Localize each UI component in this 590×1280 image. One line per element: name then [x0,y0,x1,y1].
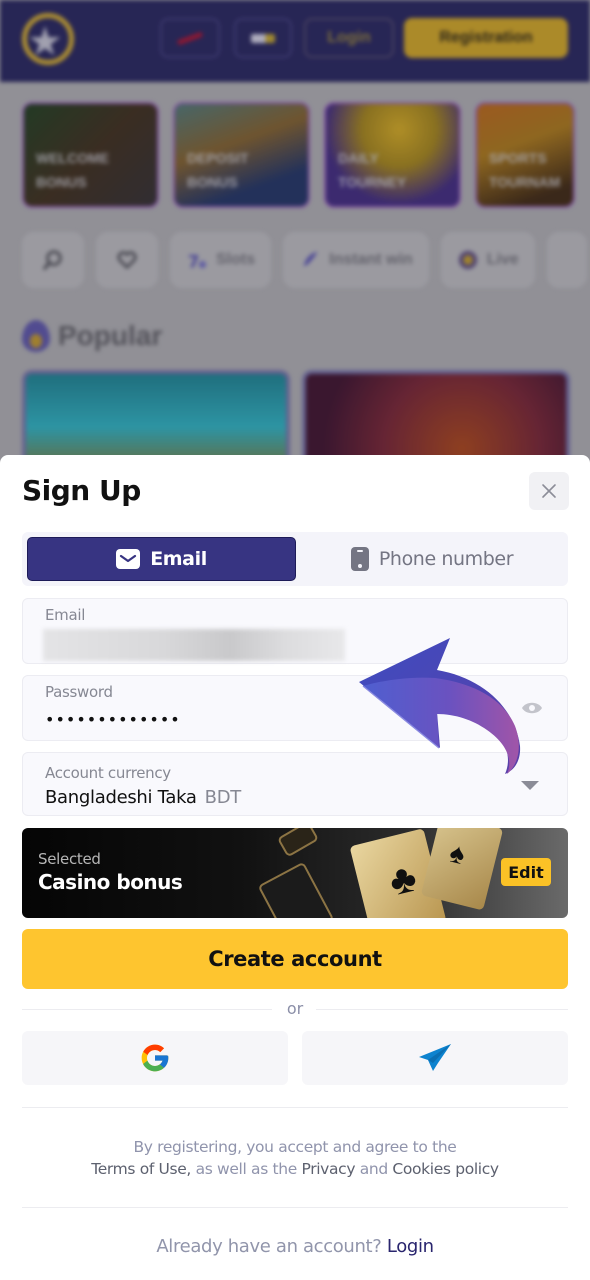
terms-middle: as well as the [191,1160,302,1178]
signup-method-tabs: Email Phone number [22,532,568,586]
google-signup-button[interactable] [22,1031,288,1085]
email-field-label: Email [45,606,86,624]
close-icon [542,484,556,498]
telegram-icon [419,1044,451,1071]
telegram-signup-button[interactable] [302,1031,568,1085]
or-divider: or [22,999,568,1019]
phone-icon [350,547,369,571]
edit-bonus-button[interactable]: Edit [501,858,551,886]
terms-and: and [355,1160,393,1178]
email-value-blurred[interactable] [43,629,345,661]
google-icon [141,1044,169,1072]
login-question: Already have an account? [156,1236,382,1257]
currency-name: Bangladeshi Taka [45,787,197,808]
bonus-name: Casino bonus [38,870,183,894]
password-field-label: Password [45,683,113,701]
divider-line [22,1207,568,1208]
tab-email[interactable]: Email [27,537,296,581]
card-decoration [276,828,320,858]
terms-prefix: By registering, you accept and agree to … [133,1138,457,1156]
selected-bonus-banner: ♣ ♠ Selected Casino bonus Edit [22,828,568,918]
currency-code: BDT [204,787,242,808]
card-decoration [257,861,335,918]
chevron-down-icon[interactable] [521,781,539,790]
currency-value: Bangladeshi Taka BDT [45,787,241,808]
envelope-icon [116,549,141,569]
terms-notice: By registering, you accept and agree to … [22,1136,568,1180]
cookies-policy-link[interactable]: Cookies policy [392,1160,499,1178]
tab-phone-number[interactable]: Phone number [300,537,564,581]
terms-of-use-link[interactable]: Terms of Use, [91,1160,191,1178]
modal-title: Sign Up [22,474,141,507]
email-field[interactable]: Email [22,598,568,664]
login-prompt: Already have an account? Login [22,1236,568,1257]
tab-label: Phone number [378,548,514,570]
login-link[interactable]: Login [387,1236,434,1257]
currency-field-label: Account currency [45,764,171,782]
tab-label: Email [150,548,207,570]
close-button[interactable] [529,472,569,510]
privacy-link[interactable]: Privacy [301,1160,355,1178]
create-account-button[interactable]: Create account [22,929,568,989]
currency-select[interactable]: Account currency Bangladeshi Taka BDT [22,752,568,816]
password-field[interactable]: Password ••••••••••••• [22,675,568,741]
password-value[interactable]: ••••••••••••• [45,710,181,729]
divider-line [22,1107,568,1108]
bonus-caption: Selected [38,850,101,868]
eye-icon[interactable] [521,700,543,716]
or-label: or [286,999,304,1018]
